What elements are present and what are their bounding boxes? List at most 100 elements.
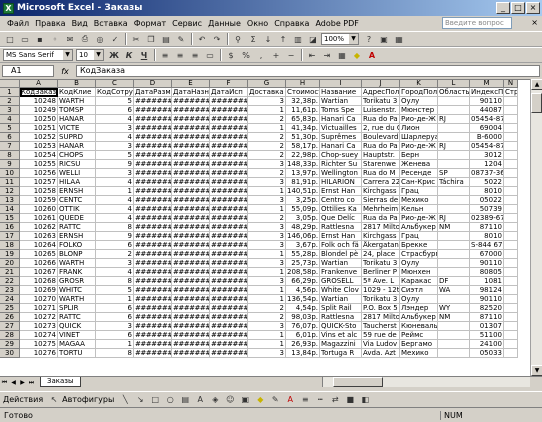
cell[interactable]: 2 <box>248 313 286 322</box>
cell[interactable]: Кюневальд <box>400 322 438 331</box>
cell[interactable]: ######## <box>134 214 172 223</box>
cell[interactable]: Rua da Pa <box>362 214 400 223</box>
cell[interactable]: 1 <box>248 268 286 277</box>
cell[interactable] <box>438 133 470 142</box>
currency-icon[interactable]: $ <box>224 49 238 62</box>
cell[interactable]: ######## <box>134 250 172 259</box>
cell[interactable]: 5ª Ave. L <box>362 277 400 286</box>
menu-view[interactable]: Вид <box>69 19 91 28</box>
cell[interactable]: ######## <box>172 214 210 223</box>
cell[interactable]: 2 <box>96 250 134 259</box>
cell[interactable]: 3 <box>96 322 134 331</box>
cell[interactable]: 3,25р. <box>286 196 320 205</box>
cell[interactable]: ######## <box>172 142 210 151</box>
cell[interactable]: QUICK <box>58 322 96 331</box>
line-style-icon[interactable]: ≡ <box>298 393 312 406</box>
cell[interactable]: WELLI <box>58 169 96 178</box>
cell[interactable]: 80805 <box>470 268 504 277</box>
cell[interactable]: VICTE <box>58 124 96 133</box>
cell[interactable] <box>504 250 518 259</box>
cell[interactable] <box>504 295 518 304</box>
cell[interactable] <box>504 97 518 106</box>
next-sheet-icon[interactable]: ▶ <box>18 378 27 387</box>
cell[interactable]: Сиэтл <box>400 286 438 295</box>
cell[interactable]: 8 <box>96 223 134 232</box>
cell[interactable]: HILARION <box>320 178 362 187</box>
cell[interactable]: 148,33р. <box>286 160 320 169</box>
cell[interactable] <box>438 97 470 106</box>
cell[interactable]: ######## <box>172 340 210 349</box>
cell[interactable]: RJ <box>438 115 470 124</box>
cell[interactable]: ######## <box>172 304 210 313</box>
name-box[interactable]: A1 <box>2 65 54 77</box>
cell[interactable]: ######## <box>210 331 248 340</box>
sort-asc-icon[interactable]: ↓ <box>261 33 275 46</box>
row-header[interactable]: 15 <box>0 214 20 223</box>
cell[interactable]: 1 <box>248 250 286 259</box>
cell[interactable]: Мюнхен <box>400 268 438 277</box>
cell[interactable]: Wellington <box>320 169 362 178</box>
row-header[interactable]: 5 <box>0 124 20 133</box>
header-cell[interactable]: Стр <box>504 88 518 97</box>
close-button[interactable]: × <box>526 2 540 14</box>
save-icon[interactable]: ▪ <box>33 33 47 46</box>
cell[interactable]: Victuailles <box>320 124 362 133</box>
cell[interactable]: 4 <box>96 178 134 187</box>
cell[interactable]: 44087 <box>470 106 504 115</box>
cell[interactable]: 8010 <box>470 232 504 241</box>
vertical-scrollbar[interactable]: ▲ ▼ <box>530 79 542 376</box>
cell[interactable]: Лион <box>400 124 438 133</box>
cell[interactable]: Wartian <box>320 97 362 106</box>
cell[interactable] <box>438 124 470 133</box>
cell[interactable]: 10258 <box>20 187 58 196</box>
cell[interactable]: Мехико <box>400 196 438 205</box>
cell[interactable]: ######## <box>210 241 248 250</box>
cell[interactable]: ######## <box>210 178 248 187</box>
help-question-input[interactable]: Введите вопрос <box>442 17 512 29</box>
cell[interactable]: MAGAA <box>58 340 96 349</box>
cell[interactable] <box>504 187 518 196</box>
decrease-indent-icon[interactable]: ⇤ <box>305 49 319 62</box>
cell[interactable]: 90110 <box>470 295 504 304</box>
cell[interactable]: ######## <box>134 259 172 268</box>
menu-window[interactable]: Окно <box>244 19 271 28</box>
copy-icon[interactable]: ❐ <box>144 33 158 46</box>
percent-icon[interactable]: % <box>239 49 253 62</box>
row-header[interactable]: 24 <box>0 295 20 304</box>
font-color-icon[interactable]: A <box>283 393 297 406</box>
cell[interactable]: Tortuga R <box>320 349 362 358</box>
cell[interactable]: ######## <box>210 259 248 268</box>
row-header[interactable]: 13 <box>0 196 20 205</box>
cell[interactable]: 82520 <box>470 304 504 313</box>
cell[interactable]: ######## <box>210 142 248 151</box>
format-painter-icon[interactable]: ✎ <box>174 33 188 46</box>
cell[interactable]: 11,61р. <box>286 106 320 115</box>
cell[interactable]: 1 <box>248 124 286 133</box>
cell[interactable]: DF <box>438 277 470 286</box>
cell[interactable]: Vins et alc <box>320 331 362 340</box>
cell[interactable]: 3,67р. <box>286 241 320 250</box>
scroll-down-icon[interactable]: ▼ <box>531 365 542 376</box>
cell[interactable]: ######## <box>210 124 248 133</box>
cell[interactable] <box>504 160 518 169</box>
cell[interactable]: ######## <box>210 187 248 196</box>
scroll-up-icon[interactable]: ▲ <box>531 79 542 90</box>
cell[interactable]: Кельн <box>400 205 438 214</box>
cell[interactable]: Hanari Ca <box>320 115 362 124</box>
cell[interactable]: 98,03р. <box>286 313 320 322</box>
cell[interactable]: ######## <box>134 268 172 277</box>
cell[interactable]: 10274 <box>20 331 58 340</box>
cell[interactable]: 05033 <box>470 349 504 358</box>
cell[interactable]: Via Ludov <box>362 340 400 349</box>
cell[interactable]: 1 <box>248 331 286 340</box>
align-center-icon[interactable]: ≡ <box>173 49 187 62</box>
cell[interactable]: ######## <box>134 187 172 196</box>
cell[interactable]: Folk och fä <box>320 241 362 250</box>
cell[interactable]: CENTC <box>58 196 96 205</box>
column-header-e[interactable]: E <box>172 80 210 88</box>
cell[interactable] <box>438 322 470 331</box>
cell[interactable]: 5022 <box>470 178 504 187</box>
cell[interactable]: B-6000 <box>470 133 504 142</box>
row-header[interactable]: 27 <box>0 322 20 331</box>
cell[interactable]: Frankenve <box>320 268 362 277</box>
